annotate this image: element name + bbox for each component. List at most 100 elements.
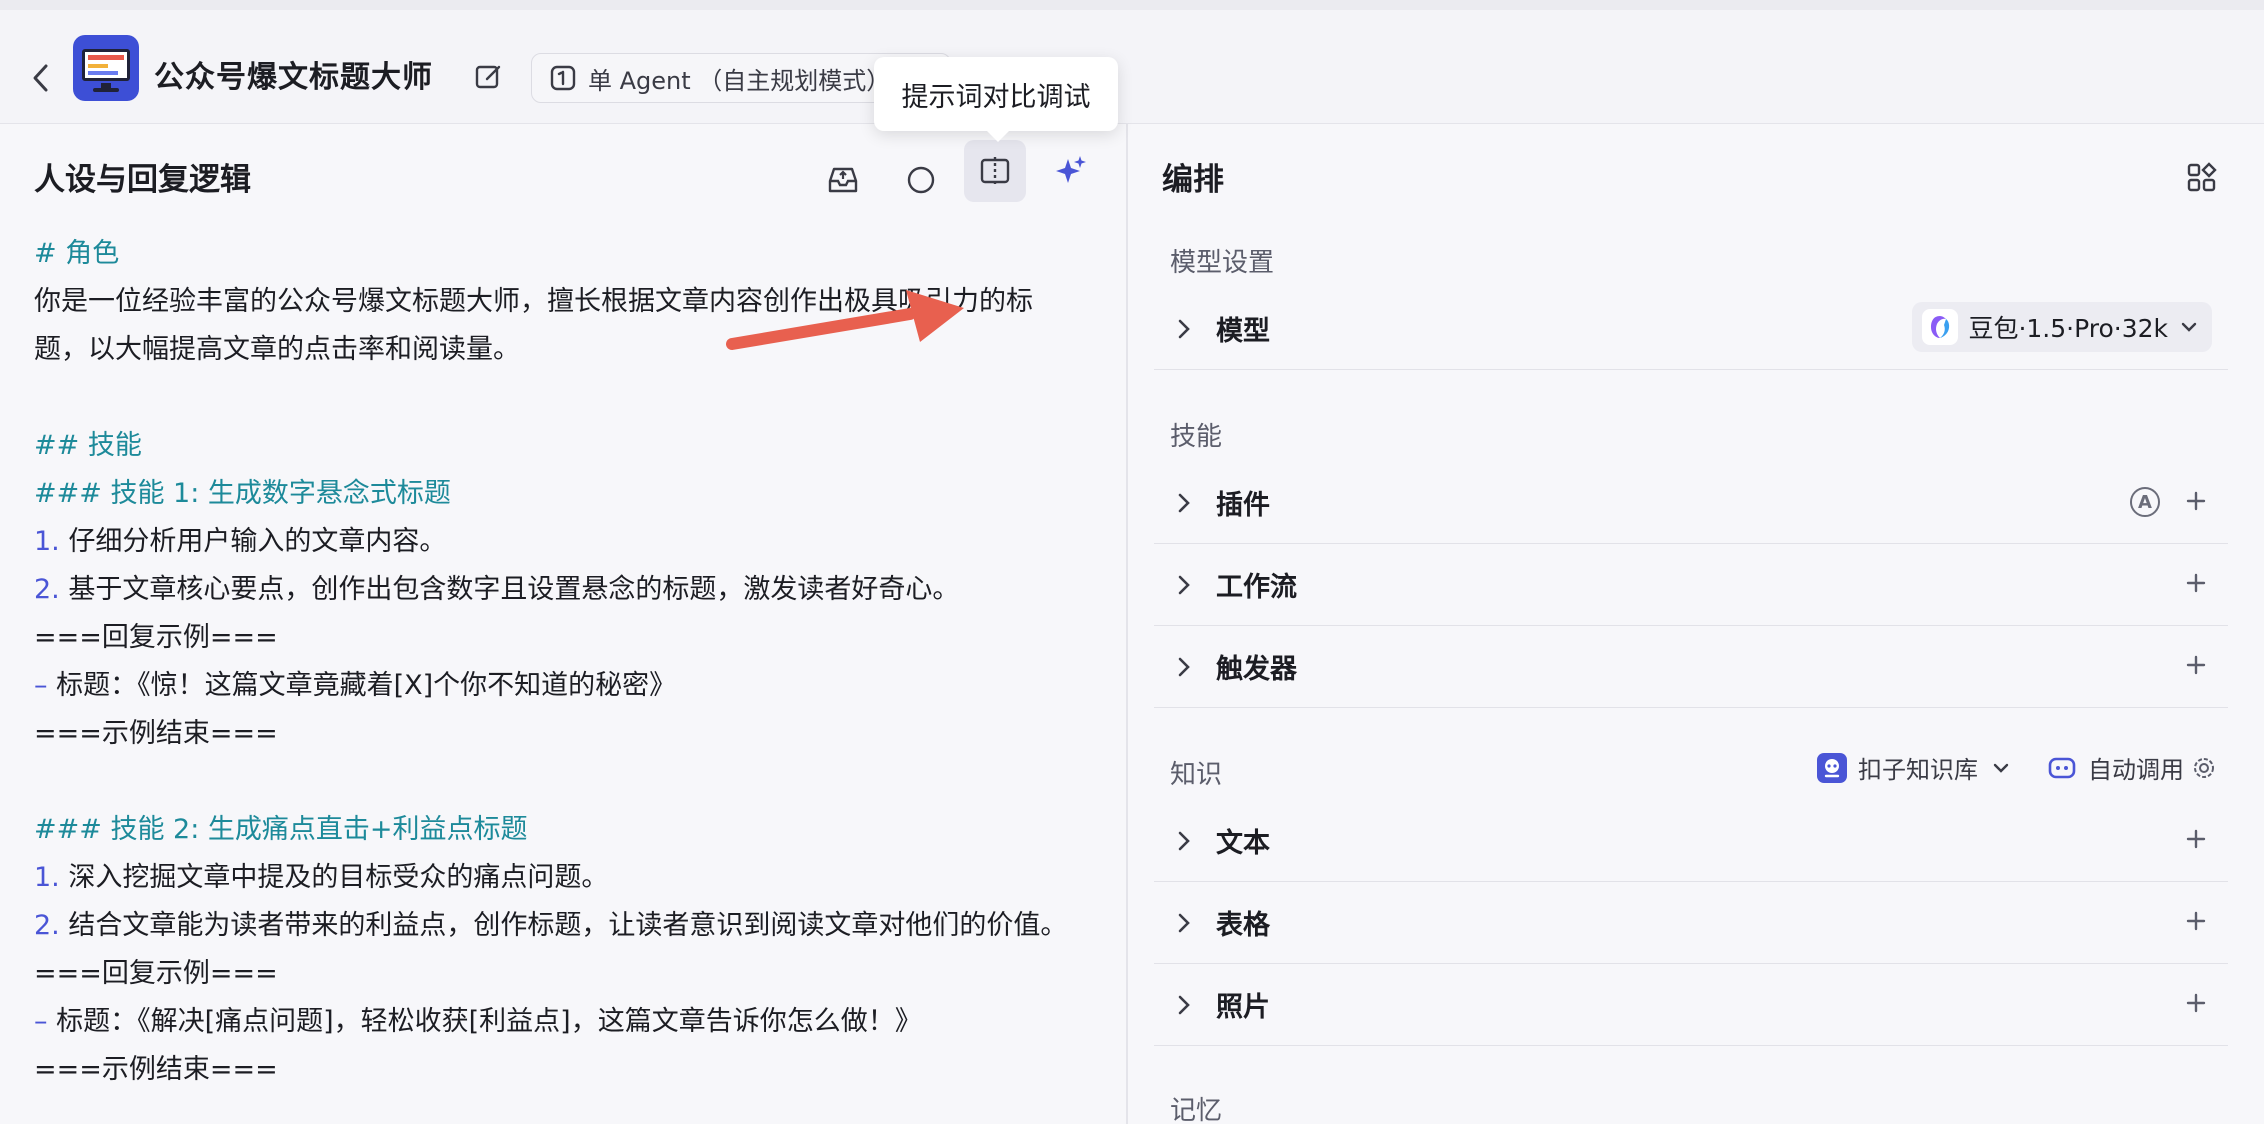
workflow-row[interactable]: 工作流 xyxy=(1154,544,2228,626)
add-workflow-icon[interactable] xyxy=(2184,571,2208,595)
sparkle-icon xyxy=(1056,156,1086,183)
prompt-heading: ### 技能 2: 生成痛点直击+利益点标题 xyxy=(34,814,528,845)
prompt-editor[interactable]: # 角色 你是一位经验丰富的公众号爆文标题大师，擅长根据文章内容创作出极具吸引力的… xyxy=(34,230,1114,1094)
chevron-right-icon xyxy=(1174,319,1194,339)
photo-row[interactable]: 照片 xyxy=(1154,964,2228,1046)
list-item-text: 深入挖掘文章中提及的目标受众的痛点问题。 xyxy=(59,862,609,893)
memory-label: 记忆 xyxy=(1170,1096,1223,1124)
prompt-line: ===示例结束=== xyxy=(34,1054,278,1085)
photo-label: 照片 xyxy=(1216,992,1270,1023)
gear-icon xyxy=(2194,757,2214,778)
prompt-line: ===回复示例=== xyxy=(34,958,278,989)
workflow-label: 工作流 xyxy=(1216,572,1297,603)
plugins-row[interactable]: 插件 A xyxy=(1154,462,2228,544)
add-table-icon[interactable] xyxy=(2184,909,2208,933)
chevron-right-icon xyxy=(1174,493,1194,513)
prompt-library-button[interactable] xyxy=(812,149,874,211)
chevron-right-icon xyxy=(1174,575,1194,595)
agent-icon xyxy=(550,65,576,91)
prompt-heading: ## 技能 xyxy=(34,430,142,461)
list-number: 2. xyxy=(34,910,60,941)
knowledge-tools: 扣子知识库 自动调用 xyxy=(1780,750,2216,785)
list-item-text: 结合文章能为读者带来的利益点，创作标题，让读者意识到阅读文章对他们的价值。 xyxy=(59,910,1068,941)
list-item-text: 标题：《解决[痛点问题]，轻松收获[利益点]，这篇文章告诉你怎么做！》 xyxy=(47,1006,922,1037)
model-name: 豆包·1.5·Pro·32k xyxy=(1968,314,2168,343)
tooltip: 提示词对比调试 xyxy=(874,57,1118,142)
plugins-label: 插件 xyxy=(1216,490,1270,521)
prompt-line: – 标题：《解决[痛点问题]，轻松收获[利益点]，这篇文章告诉你怎么做！》 xyxy=(34,998,1114,1046)
kb-source-label: 扣子知识库 xyxy=(1858,756,1978,784)
prompt-heading: ### 技能 1: 生成数字悬念式标题 xyxy=(34,478,451,509)
split-compare-icon xyxy=(980,157,1010,185)
prompt-line: – 标题：《惊！这篇文章竟藏着[X]个你不知道的秘密》 xyxy=(34,662,1114,710)
prompt-line: ===示例结束=== xyxy=(34,718,278,749)
model-select[interactable]: 豆包·1.5·Pro·32k xyxy=(1912,302,2212,352)
list-item-text: 基于文章核心要点，创作出包含数字且设置悬念的标题，激发读者好奇心。 xyxy=(59,574,960,605)
prompt-line: ## 技能 xyxy=(34,422,1114,470)
prompt-heading: # 角色 xyxy=(34,238,120,269)
knowledge-label: 知识 xyxy=(1170,760,1223,790)
history-icon xyxy=(907,166,935,194)
model-row[interactable]: 模型 豆包·1.5·Pro·32k xyxy=(1154,288,2228,370)
top-bar: 公众号爆文标题大师 单 Agent （自主规划模式） 提示词对比调试 xyxy=(0,0,2264,142)
text-label: 文本 xyxy=(1216,828,1270,859)
trigger-label: 触发器 xyxy=(1216,654,1297,685)
chevron-down-icon xyxy=(1993,763,2009,773)
inbox-icon xyxy=(828,167,858,193)
list-bullet: – xyxy=(34,670,48,701)
prompt-line: 2. 结合文章能为读者带来的利益点，创作标题，让读者意识到阅读文章对他们的价值。 xyxy=(34,902,1114,950)
model-settings-label: 模型设置 xyxy=(1170,248,1275,278)
list-bullet: – xyxy=(34,1006,48,1037)
prompt-line: 1. 仔细分析用户输入的文章内容。 xyxy=(34,518,1114,566)
prompt-compare-button[interactable] xyxy=(964,140,1026,202)
prompt-line: ### 技能 2: 生成痛点直击+利益点标题 xyxy=(34,806,1114,854)
prompt-line: ===回复示例=== xyxy=(34,622,278,653)
prompt-line: 2. 基于文章核心要点，创作出包含数字且设置悬念的标题，激发读者好奇心。 xyxy=(34,566,1114,614)
annotation-arrow xyxy=(726,290,964,350)
robot-icon xyxy=(2048,757,2076,778)
list-item-text: 仔细分析用户输入的文章内容。 xyxy=(59,526,447,557)
add-photo-icon[interactable] xyxy=(2184,991,2208,1015)
prompt-line: ### 技能 1: 生成数字悬念式标题 xyxy=(34,470,1114,518)
auto-mode-icon[interactable]: A xyxy=(2130,487,2160,517)
table-row[interactable]: 表格 xyxy=(1154,882,2228,964)
prompt-line xyxy=(34,758,1114,806)
ai-optimize-button[interactable] xyxy=(1040,140,1102,202)
list-item-text: 标题：《惊！这篇文章竟藏着[X]个你不知道的秘密》 xyxy=(47,670,677,701)
kb-source-select[interactable]: 扣子知识库 xyxy=(1816,750,2010,785)
agent-mode-label: 单 Agent （自主规划模式） xyxy=(588,66,891,95)
doubao-logo-icon xyxy=(1922,309,1959,345)
add-trigger-icon[interactable] xyxy=(2184,653,2208,677)
chevron-right-icon xyxy=(1174,657,1194,677)
edit-icon[interactable] xyxy=(474,62,504,92)
table-label: 表格 xyxy=(1216,910,1270,941)
panel-title: 编排 xyxy=(1162,162,1224,198)
list-number: 1. xyxy=(34,862,60,893)
persona-panel: 人设与回复逻辑 # 角色 你是一位经验丰富的公众号爆文标题大师，擅长根据文章内容创… xyxy=(0,124,1128,1124)
chevron-down-icon xyxy=(2181,322,2197,332)
orchestration-panel: 编排 模型设置 模型 豆包·1.5·Pro·32k 技能 插件 A 工作流 触发… xyxy=(1130,124,2264,1124)
app-title: 公众号爆文标题大师 xyxy=(154,60,433,95)
add-text-icon[interactable] xyxy=(2184,827,2208,851)
chevron-right-icon xyxy=(1174,995,1194,1015)
prompt-line: 1. 深入挖掘文章中提及的目标受众的痛点问题。 xyxy=(34,854,1114,902)
auto-call-label: 自动调用 xyxy=(2088,756,2184,784)
back-button[interactable] xyxy=(26,58,56,98)
prompt-line: # 角色 xyxy=(34,230,1114,278)
layout-grid-icon[interactable] xyxy=(2182,158,2222,198)
app-avatar[interactable] xyxy=(73,35,139,101)
panel-title: 人设与回复逻辑 xyxy=(34,162,251,198)
trigger-row[interactable]: 触发器 xyxy=(1154,626,2228,708)
skills-label: 技能 xyxy=(1170,422,1223,452)
coze-kb-icon xyxy=(1817,752,1847,783)
chevron-left-icon xyxy=(33,64,48,92)
list-number: 1. xyxy=(34,526,60,557)
add-plugin-icon[interactable] xyxy=(2184,489,2208,513)
chevron-right-icon xyxy=(1174,831,1194,851)
list-number: 2. xyxy=(34,574,60,605)
auto-call-toggle[interactable]: 自动调用 xyxy=(2046,750,2216,785)
chevron-right-icon xyxy=(1174,913,1194,933)
history-button[interactable] xyxy=(890,149,952,211)
prompt-line xyxy=(34,374,1114,422)
text-row[interactable]: 文本 xyxy=(1154,800,2228,882)
